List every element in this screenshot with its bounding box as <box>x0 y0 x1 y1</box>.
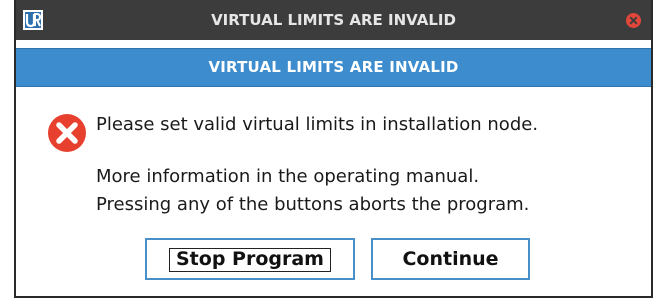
dialog-window: VIRTUAL LIMITS ARE INVALID VIRTUAL LIMIT… <box>14 0 653 298</box>
error-message: Please set valid virtual limits in insta… <box>96 114 539 135</box>
dialog-heading: VIRTUAL LIMITS ARE INVALID <box>208 58 459 76</box>
close-icon[interactable] <box>626 13 641 28</box>
warning-message: Pressing any of the buttons aborts the p… <box>96 194 530 215</box>
dialog-header: VIRTUAL LIMITS ARE INVALID <box>16 48 651 87</box>
window-title: VIRTUAL LIMITS ARE INVALID <box>211 11 456 29</box>
error-icon <box>48 114 86 152</box>
continue-label: Continue <box>402 248 499 270</box>
stop-program-label: Stop Program <box>176 248 324 270</box>
title-bar: VIRTUAL LIMITS ARE INVALID <box>16 0 651 40</box>
stop-program-button[interactable]: Stop Program <box>145 238 355 280</box>
continue-button[interactable]: Continue <box>371 238 530 280</box>
info-message: More information in the operating manual… <box>96 166 480 187</box>
